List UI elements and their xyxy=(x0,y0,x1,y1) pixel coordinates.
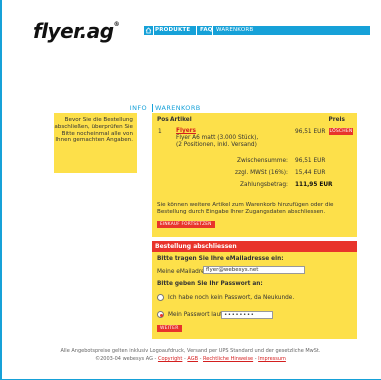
logo-brand: flyer xyxy=(33,19,80,43)
radio-new-customer-label[interactable]: Ich habe noch kein Passwort, da Neukunde… xyxy=(168,295,294,301)
page-frame-left xyxy=(0,0,2,380)
footer-links: ©2003-04 webesys AG - Copyright - AGB - … xyxy=(0,356,381,362)
checkout-box: Bestellung abschliessen Bitte tragen Sie… xyxy=(152,241,357,339)
nav-produkte[interactable]: PRODUKTE xyxy=(155,26,190,35)
password-field[interactable] xyxy=(221,311,273,319)
cart-box: Pos Artikel Preis 1 Flyers Flyer A6 matt… xyxy=(152,113,357,237)
footer-link-copyright[interactable]: Copyright xyxy=(158,356,182,362)
top-navigation: PRODUKTE FAQ WARENKORB xyxy=(144,26,370,35)
radio-existing-password[interactable] xyxy=(157,311,164,318)
subtotal-value: 96,51 EUR xyxy=(295,158,326,164)
email-field[interactable] xyxy=(203,266,305,274)
info-text: Bevor Sie die Bestellung abschließen, üb… xyxy=(54,117,133,144)
nav-warenkorb[interactable]: WARENKORB xyxy=(212,26,253,35)
info-box: Bevor Sie die Bestellung abschließen, üb… xyxy=(54,113,137,173)
total-label: Zahlungsbetrag: xyxy=(240,182,288,188)
item-name-link[interactable]: Flyers xyxy=(176,128,196,134)
footer-link-agb[interactable]: AGB xyxy=(187,356,198,362)
footer-note: Alle Angebotspreise gelten inklusiv Logo… xyxy=(60,348,321,354)
password-prompt: Bitte geben Sie Ihr Passwort an: xyxy=(157,281,263,287)
cart-note: Sie können weitere Artikel zum Warenkorb… xyxy=(157,202,334,215)
item-positions: (2 Positionen, inkl. Versand) xyxy=(176,142,257,148)
home-button[interactable] xyxy=(144,26,154,35)
vat-value: 15,44 EUR xyxy=(295,170,326,176)
col-pos-header: Pos xyxy=(157,117,169,123)
radio-new-customer[interactable] xyxy=(157,294,164,301)
footer-link-legal[interactable]: Rechtliche Hinweise xyxy=(203,356,253,362)
col-article-header: Artikel xyxy=(170,117,192,123)
subtotal-label: Zwischensumme: xyxy=(237,158,288,164)
total-value: 111,95 EUR xyxy=(295,182,333,188)
logo[interactable]: flyer.ag® xyxy=(33,19,120,43)
vat-label: zzgl. MWSt (16%): xyxy=(235,170,288,176)
info-heading: INFO xyxy=(129,104,147,112)
item-price: 96,51 EUR xyxy=(295,129,326,135)
footer-link-impressum[interactable]: Impressum xyxy=(258,356,286,362)
item-description: Flyer A6 matt (3.000 Stück), xyxy=(176,135,259,141)
item-pos: 1 xyxy=(158,129,162,135)
nav-faq[interactable]: FAQ xyxy=(196,26,213,35)
checkout-header: Bestellung abschliessen xyxy=(152,241,357,252)
logo-registered-mark: ® xyxy=(113,21,120,28)
delete-button[interactable]: LÖSCHEN xyxy=(329,128,353,135)
continue-shopping-button[interactable]: EINKAUF FORTSETZEN xyxy=(157,221,215,228)
logo-tld: .ag xyxy=(79,19,114,43)
cart-heading: WARENKORB xyxy=(152,104,201,112)
col-price-header: Preis xyxy=(328,117,345,123)
email-prompt: Bitte tragen Sie Ihre eMailadresse ein: xyxy=(157,256,284,262)
home-icon xyxy=(145,27,152,34)
continue-button[interactable]: WEITER xyxy=(157,325,182,332)
footer-copyright: ©2003-04 webesys AG - xyxy=(95,356,158,362)
